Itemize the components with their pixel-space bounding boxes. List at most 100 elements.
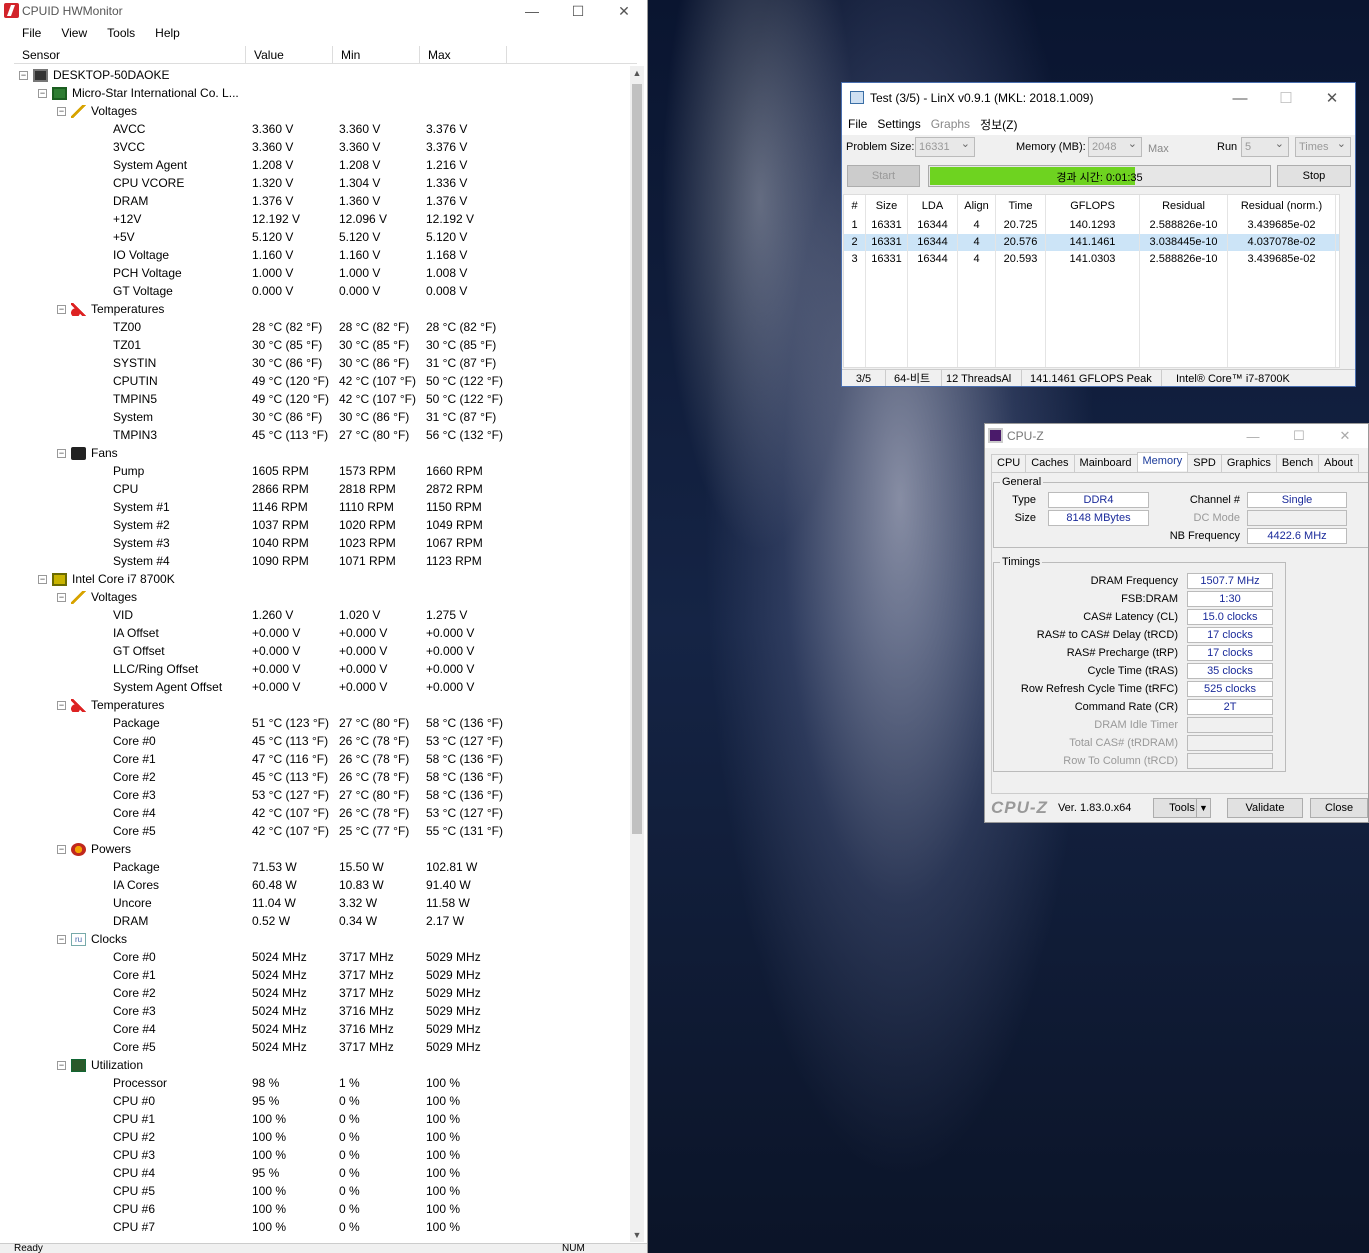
tab-bench[interactable]: Bench bbox=[1275, 454, 1320, 473]
run-select[interactable]: 5 bbox=[1241, 135, 1289, 157]
tree-node[interactable]: − Utilization bbox=[57, 1056, 143, 1074]
tree-node[interactable]: − ru Clocks bbox=[57, 930, 127, 948]
sensor-row[interactable]: IO Voltage 1.160 V 1.160 V 1.168 V bbox=[14, 246, 630, 264]
collapse-icon[interactable]: − bbox=[57, 592, 66, 602]
sensor-row[interactable]: CPU VCORE 1.320 V 1.304 V 1.336 V bbox=[14, 174, 630, 192]
tab-mainboard[interactable]: Mainboard bbox=[1073, 454, 1138, 473]
menu-file[interactable]: File bbox=[12, 26, 51, 40]
collapse-icon[interactable]: − bbox=[57, 448, 66, 458]
sensor-row[interactable]: Package 51 °C (123 °F) 27 °C (80 °F) 58 °C … bbox=[14, 714, 630, 732]
results-row[interactable]: 2 16331 16344 4 20.576 141.1461 3.038445e-10 4.… bbox=[844, 234, 1339, 251]
minimize-icon[interactable]: — bbox=[509, 0, 555, 22]
times-select[interactable]: Times bbox=[1295, 135, 1351, 157]
sensor-row[interactable]: VID 1.260 V 1.020 V 1.275 V bbox=[14, 606, 630, 624]
results-column-header[interactable]: Align bbox=[958, 195, 996, 217]
scroll-up-icon[interactable]: ▲ bbox=[630, 66, 644, 80]
sensor-row[interactable]: DRAM 1.376 V 1.360 V 1.376 V bbox=[14, 192, 630, 210]
sensor-row[interactable]: DRAM 0.52 W 0.34 W 2.17 W bbox=[14, 912, 630, 930]
results-row[interactable]: 1 16331 16344 4 20.725 140.1293 2.588826e-10 3.… bbox=[844, 217, 1339, 234]
close-icon[interactable]: ✕ bbox=[1309, 83, 1355, 113]
memory-select[interactable]: 2048 bbox=[1088, 135, 1142, 157]
group-row[interactable]: − Fans bbox=[14, 444, 630, 462]
collapse-icon[interactable]: − bbox=[57, 106, 66, 116]
sensor-row[interactable]: System #4 1090 RPM 1071 RPM 1123 RPM bbox=[14, 552, 630, 570]
group-row[interactable]: − Micro-Star International Co. L... bbox=[14, 84, 630, 102]
tree-node[interactable]: − Temperatures bbox=[57, 696, 164, 714]
tab-graphics[interactable]: Graphics bbox=[1220, 454, 1277, 473]
sensor-row[interactable]: Core #2 5024 MHz 3717 MHz 5029 MHz bbox=[14, 984, 630, 1002]
sensor-row[interactable]: GT Voltage 0.000 V 0.000 V 0.008 V bbox=[14, 282, 630, 300]
group-row[interactable]: − Temperatures bbox=[14, 696, 630, 714]
sensor-row[interactable]: SYSTIN 30 °C (86 °F) 30 °C (86 °F) 31 °C (8… bbox=[14, 354, 630, 372]
close-icon[interactable]: ✕ bbox=[1322, 424, 1368, 448]
sensor-row[interactable]: Core #4 5024 MHz 3716 MHz 5029 MHz bbox=[14, 1020, 630, 1038]
maximize-icon[interactable]: ☐ bbox=[555, 0, 601, 22]
menu-info[interactable]: 정보(Z) bbox=[975, 116, 1022, 133]
results-column-header[interactable]: LDA bbox=[908, 195, 958, 217]
results-column-header[interactable]: Residual bbox=[1140, 195, 1228, 217]
sensor-row[interactable]: Core #0 5024 MHz 3717 MHz 5029 MHz bbox=[14, 948, 630, 966]
sensor-row[interactable]: CPU #1 100 % 0 % 100 % bbox=[14, 1110, 630, 1128]
sensor-row[interactable]: CPU #0 95 % 0 % 100 % bbox=[14, 1092, 630, 1110]
tab-memory[interactable]: Memory bbox=[1136, 452, 1189, 471]
sensor-row[interactable]: Core #3 53 °C (127 °F) 27 °C (80 °F) 58 °C … bbox=[14, 786, 630, 804]
sensor-row[interactable]: TMPIN5 49 °C (120 °F) 42 °C (107 °F) 50 °C … bbox=[14, 390, 630, 408]
sensor-row[interactable]: Processor 98 % 1 % 100 % bbox=[14, 1074, 630, 1092]
sensor-row[interactable]: Core #5 5024 MHz 3717 MHz 5029 MHz bbox=[14, 1038, 630, 1056]
results-column-header[interactable]: Size bbox=[866, 195, 908, 217]
sensor-row[interactable]: Core #3 5024 MHz 3716 MHz 5029 MHz bbox=[14, 1002, 630, 1020]
sensor-row[interactable]: CPU #7 100 % 0 % 100 % bbox=[14, 1218, 630, 1236]
tab-spd[interactable]: SPD bbox=[1187, 454, 1222, 473]
group-row[interactable]: − Powers bbox=[14, 840, 630, 858]
sensor-row[interactable]: AVCC 3.360 V 3.360 V 3.376 V bbox=[14, 120, 630, 138]
sensor-row[interactable]: IA Cores 60.48 W 10.83 W 91.40 W bbox=[14, 876, 630, 894]
sensor-row[interactable]: Core #1 47 °C (116 °F) 26 °C (78 °F) 58 °C … bbox=[14, 750, 630, 768]
collapse-icon[interactable]: − bbox=[57, 700, 66, 710]
tree-node[interactable]: − Intel Core i7 8700K bbox=[38, 570, 175, 588]
sensor-row[interactable]: Pump 1605 RPM 1573 RPM 1660 RPM bbox=[14, 462, 630, 480]
results-column-header[interactable]: GFLOPS bbox=[1046, 195, 1140, 217]
menu-help[interactable]: Help bbox=[145, 26, 190, 40]
cpuz-titlebar[interactable]: CPU-Z — ☐ ✕ bbox=[985, 424, 1368, 448]
sensor-row[interactable]: TZ00 28 °C (82 °F) 28 °C (82 °F) 28 °C (82 … bbox=[14, 318, 630, 336]
sensor-row[interactable]: System #2 1037 RPM 1020 RPM 1049 RPM bbox=[14, 516, 630, 534]
tree-node[interactable]: − DESKTOP-50DAOKE bbox=[19, 66, 169, 84]
collapse-icon[interactable]: − bbox=[57, 934, 66, 944]
validate-button[interactable]: Validate bbox=[1227, 798, 1303, 818]
column-sensor[interactable]: Sensor bbox=[14, 46, 246, 64]
tree-node[interactable]: − Temperatures bbox=[57, 300, 164, 318]
tree-node[interactable]: − Voltages bbox=[57, 102, 137, 120]
group-row[interactable]: − Utilization bbox=[14, 1056, 630, 1074]
menu-view[interactable]: View bbox=[51, 26, 97, 40]
collapse-icon[interactable]: − bbox=[38, 574, 47, 584]
column-max[interactable]: Max bbox=[420, 46, 507, 64]
sensor-row[interactable]: IA Offset +0.000 V +0.000 V +0.000 V bbox=[14, 624, 630, 642]
sensor-row[interactable]: System Agent Offset +0.000 V +0.000 V +0.00… bbox=[14, 678, 630, 696]
collapse-icon[interactable]: − bbox=[57, 1060, 66, 1070]
vertical-scrollbar[interactable]: ▲ ▼ bbox=[630, 66, 644, 1242]
sensor-row[interactable]: Package 71.53 W 15.50 W 102.81 W bbox=[14, 858, 630, 876]
close-button[interactable]: Close bbox=[1310, 798, 1368, 818]
sensor-row[interactable]: System Agent 1.208 V 1.208 V 1.216 V bbox=[14, 156, 630, 174]
tree-node[interactable]: − Voltages bbox=[57, 588, 137, 606]
group-row[interactable]: − ru Clocks bbox=[14, 930, 630, 948]
group-row[interactable]: − Intel Core i7 8700K bbox=[14, 570, 630, 588]
sensor-row[interactable]: CPU #4 95 % 0 % 100 % bbox=[14, 1164, 630, 1182]
tree-node[interactable]: − Fans bbox=[57, 444, 118, 462]
sensor-row[interactable]: +12V 12.192 V 12.096 V 12.192 V bbox=[14, 210, 630, 228]
sensor-row[interactable]: CPU #5 100 % 0 % 100 % bbox=[14, 1182, 630, 1200]
sensor-row[interactable]: TMPIN3 45 °C (113 °F) 27 °C (80 °F) 56 °C (… bbox=[14, 426, 630, 444]
sensor-row[interactable]: System 30 °C (86 °F) 30 °C (86 °F) 31 °C (8… bbox=[14, 408, 630, 426]
sensor-row[interactable]: Core #0 45 °C (113 °F) 26 °C (78 °F) 53 °C … bbox=[14, 732, 630, 750]
results-row[interactable]: 3 16331 16344 4 20.593 141.0303 2.588826e-10 3.… bbox=[844, 251, 1339, 268]
menu-tools[interactable]: Tools bbox=[97, 26, 145, 40]
tools-dropdown-icon[interactable]: ▼ bbox=[1196, 799, 1210, 817]
hwmonitor-titlebar[interactable]: CPUID HWMonitor — ☐ ✕ bbox=[0, 0, 647, 22]
sensor-row[interactable]: CPU #3 100 % 0 % 100 % bbox=[14, 1146, 630, 1164]
group-row[interactable]: − Temperatures bbox=[14, 300, 630, 318]
tab-about[interactable]: About bbox=[1318, 454, 1359, 473]
collapse-icon[interactable]: − bbox=[38, 88, 47, 98]
sensor-row[interactable]: Core #4 42 °C (107 °F) 26 °C (78 °F) 53 °C … bbox=[14, 804, 630, 822]
column-value[interactable]: Value bbox=[246, 46, 333, 64]
stop-button[interactable]: Stop bbox=[1277, 165, 1351, 187]
